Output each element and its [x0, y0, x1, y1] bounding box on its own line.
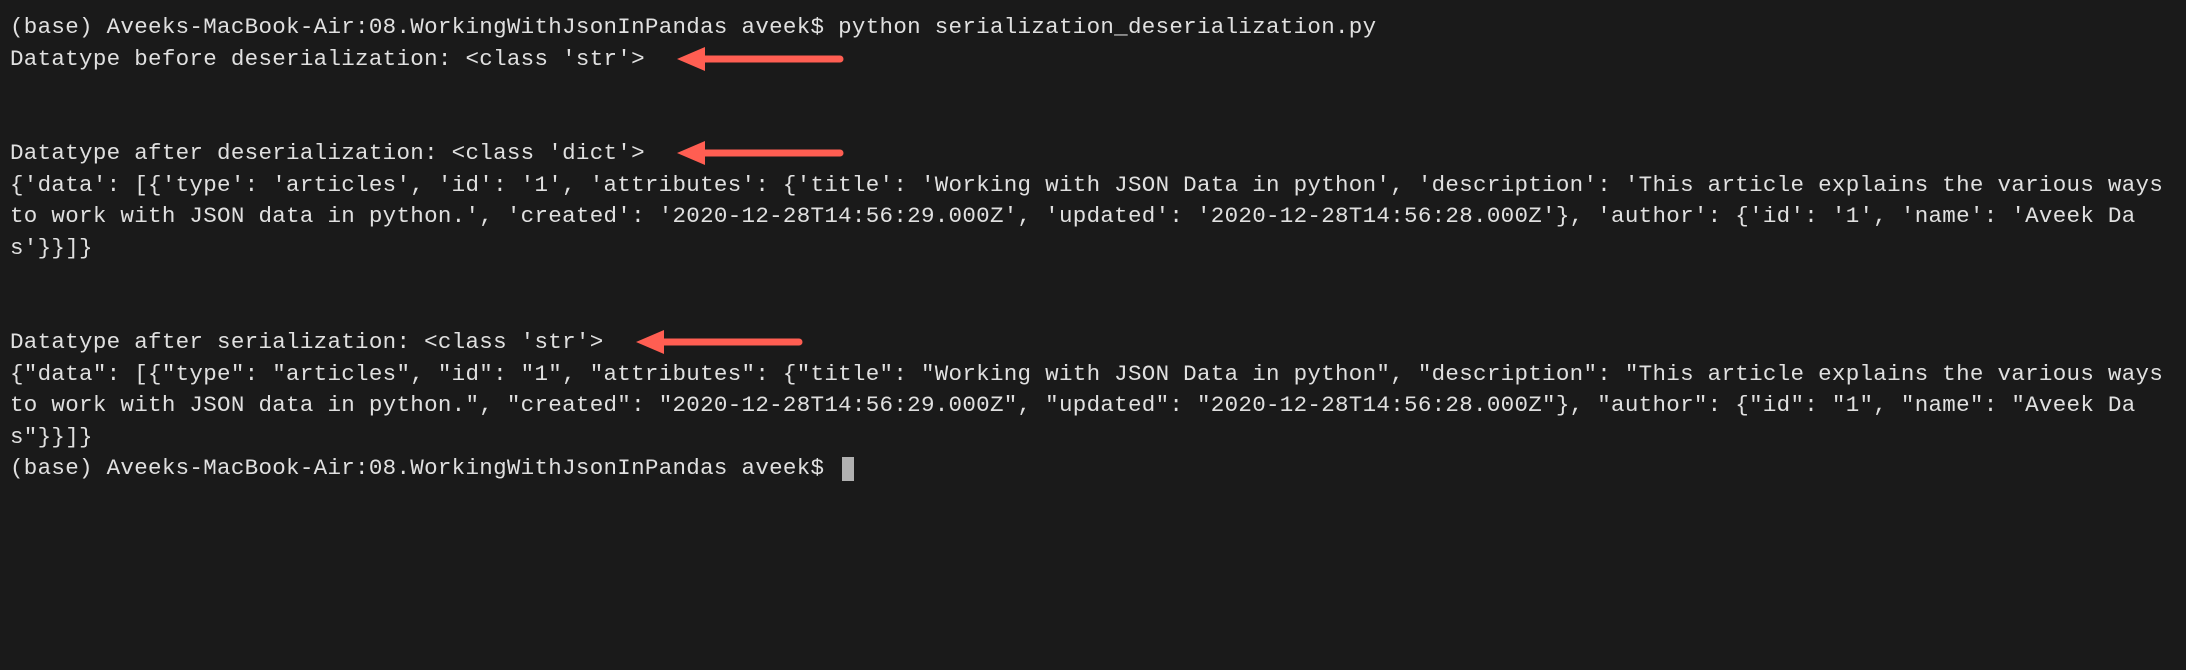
arrow-left-icon: [675, 138, 845, 168]
cursor-icon: [842, 457, 854, 481]
terminal-line: {"data": [{"type": "articles", "id": "1"…: [10, 359, 2176, 454]
prompt-text: (base) Aveeks-MacBook-Air:08.WorkingWith…: [10, 455, 838, 481]
terminal-line: Datatype after deserialization: <class '…: [10, 138, 2176, 170]
terminal-text: Datatype after deserialization: <class '…: [10, 140, 645, 166]
terminal-prompt[interactable]: (base) Aveeks-MacBook-Air:08.WorkingWith…: [10, 453, 2176, 485]
blank-line: [10, 296, 2176, 328]
arrow-left-icon: [675, 44, 845, 74]
blank-line: [10, 264, 2176, 296]
terminal-text: Datatype before deserialization: <class …: [10, 46, 645, 72]
blank-line: [10, 75, 2176, 107]
terminal-output[interactable]: (base) Aveeks-MacBook-Air:08.WorkingWith…: [10, 12, 2176, 485]
blank-line: [10, 107, 2176, 139]
terminal-line: {'data': [{'type': 'articles', 'id': '1'…: [10, 170, 2176, 265]
terminal-text: Datatype after serialization: <class 'st…: [10, 329, 604, 355]
terminal-line: Datatype before deserialization: <class …: [10, 44, 2176, 76]
arrow-left-icon: [634, 327, 804, 357]
terminal-line: (base) Aveeks-MacBook-Air:08.WorkingWith…: [10, 12, 2176, 44]
terminal-line: Datatype after serialization: <class 'st…: [10, 327, 2176, 359]
